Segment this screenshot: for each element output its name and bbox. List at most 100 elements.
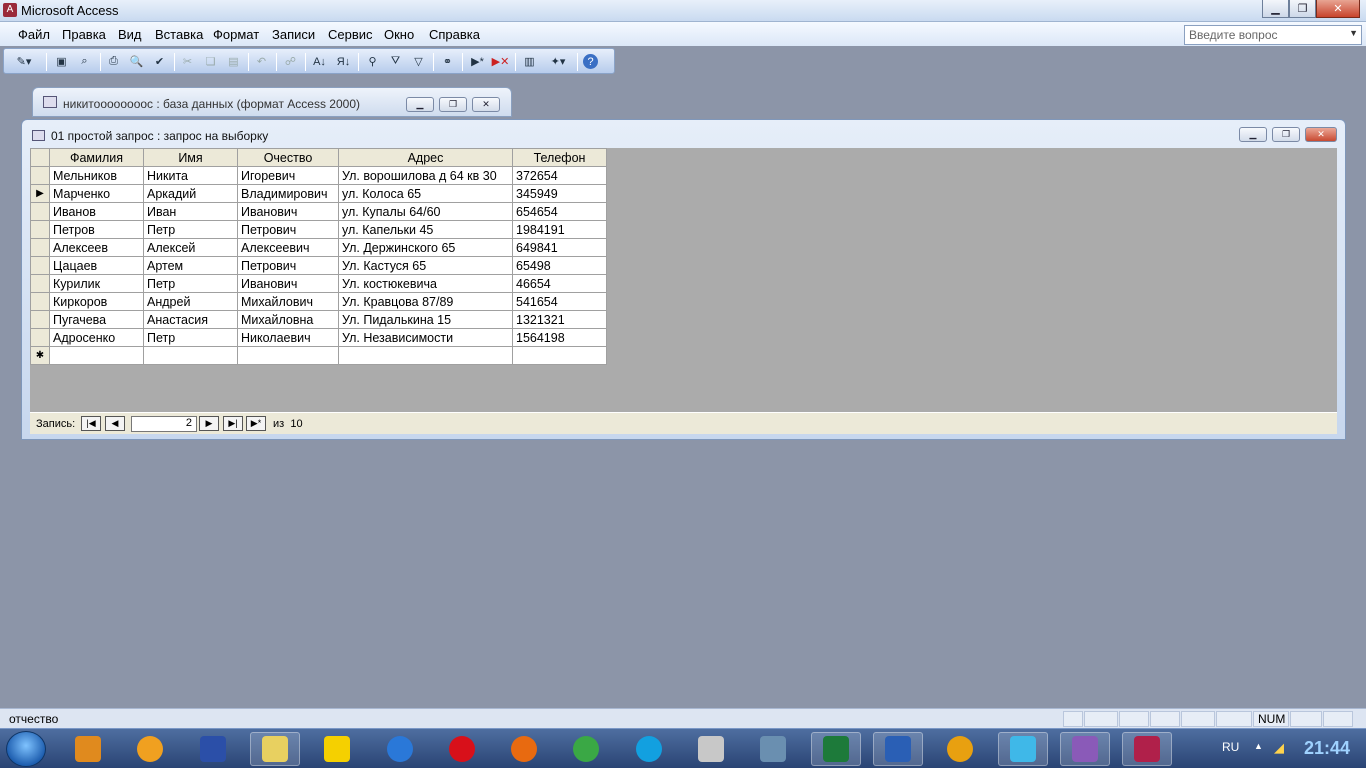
cell-name[interactable]: Петр	[143, 328, 238, 347]
column-header-address[interactable]: Адрес	[338, 148, 513, 167]
cell-surname[interactable]: Киркоров	[49, 292, 144, 311]
new-record-row[interactable]: ✱	[30, 346, 607, 365]
row-selector[interactable]	[30, 274, 50, 293]
cell-surname[interactable]: Алексеев	[49, 238, 144, 257]
table-row[interactable]: Мельников Никита Игоревич Ул. ворошилова д …	[30, 166, 607, 185]
cell-surname[interactable]: Цацаев	[49, 256, 144, 275]
query-minimize-button[interactable]: ▁	[1239, 127, 1267, 142]
cell-name[interactable]: Алексей	[143, 238, 238, 257]
row-selector[interactable]	[30, 292, 50, 311]
language-indicator[interactable]: RU	[1222, 740, 1239, 754]
table-row[interactable]: Алексеев Алексей Алексеевич Ул. Держинского…	[30, 238, 607, 257]
row-selector[interactable]	[30, 328, 50, 347]
table-row[interactable]: Пугачева Анастасия Михайловна Ул. Пидалькин…	[30, 310, 607, 329]
cell-surname[interactable]: Курилик	[49, 274, 144, 293]
save-icon[interactable]: ▣	[53, 53, 70, 70]
cell-patronymic[interactable]: Владимирович	[237, 184, 339, 203]
cell-surname[interactable]	[49, 346, 144, 365]
cell-patronymic[interactable]: Петрович	[237, 256, 339, 275]
cell-patronymic[interactable]: Иванович	[237, 274, 339, 293]
query-close-button[interactable]: ✕	[1305, 127, 1337, 142]
cell-patronymic[interactable]: Николаевич	[237, 328, 339, 347]
database-window[interactable]: никитоооооооос : база данных (формат Acc…	[32, 87, 512, 117]
table-row[interactable]: Киркоров Андрей Михайлович Ул. Кравцова 87/…	[30, 292, 607, 311]
taskbar-app-calendar[interactable]	[748, 732, 798, 766]
cell-surname[interactable]: Пугачева	[49, 310, 144, 329]
column-header-surname[interactable]: Фамилия	[49, 148, 144, 167]
menu-help[interactable]: Справка	[429, 27, 480, 42]
filter-selection-icon[interactable]: ⚲	[364, 53, 381, 70]
sort-desc-icon[interactable]: Я↓	[335, 53, 352, 70]
access-app-icon[interactable]: A	[3, 3, 17, 17]
cell-patronymic[interactable]	[237, 346, 339, 365]
cell-name[interactable]: Петр	[143, 274, 238, 293]
taskbar-app-skype[interactable]	[624, 732, 674, 766]
cell-address[interactable]: Ул. ворошилова д 64 кв 30	[338, 166, 513, 185]
cell-patronymic[interactable]: Петрович	[237, 220, 339, 239]
close-button[interactable]: ✕	[1316, 0, 1360, 18]
row-selector[interactable]	[30, 202, 50, 221]
taskbar-app-opera[interactable]	[437, 732, 487, 766]
taskbar-app-firefox[interactable]	[499, 732, 549, 766]
cell-address[interactable]: Ул. Независимости	[338, 328, 513, 347]
cell-phone[interactable]: 46654	[512, 274, 607, 293]
cell-address[interactable]: Ул. Кравцова 87/89	[338, 292, 513, 311]
taskbar-app-word[interactable]	[872, 732, 923, 766]
current-record-field[interactable]: 2	[131, 416, 197, 432]
table-row[interactable]: Петров Петр Петрович ул. Капельки 45 1984191	[30, 220, 607, 239]
hyperlink-icon[interactable]: ☍	[282, 53, 299, 70]
network-icon[interactable]: ◢	[1274, 740, 1284, 756]
clock[interactable]: 21:44	[1304, 738, 1350, 759]
taskbar-app-beeline[interactable]	[312, 732, 362, 766]
new-record-indicator[interactable]: ✱	[30, 346, 50, 365]
cell-name[interactable]: Никита	[143, 166, 238, 185]
db-close-button[interactable]: ✕	[472, 97, 500, 112]
cell-address[interactable]: Ул. Держинского 65	[338, 238, 513, 257]
row-selector[interactable]	[30, 310, 50, 329]
spelling-icon[interactable]: ✔	[151, 53, 168, 70]
cell-name[interactable]	[143, 346, 238, 365]
select-all-cell[interactable]	[30, 148, 50, 167]
cell-name[interactable]: Анастасия	[143, 310, 238, 329]
taskbar-app-vector[interactable]	[997, 732, 1048, 766]
column-header-phone[interactable]: Телефон	[512, 148, 607, 167]
cell-surname[interactable]: Марченко	[49, 184, 144, 203]
print-preview-icon[interactable]: 🔍	[128, 53, 145, 70]
cell-surname[interactable]: Иванов	[49, 202, 144, 221]
restore-button[interactable]: ❐	[1289, 0, 1316, 18]
taskbar-app-info[interactable]	[935, 732, 985, 766]
taskbar-app-onenote[interactable]	[1059, 732, 1110, 766]
cell-phone[interactable]: 649841	[512, 238, 607, 257]
help-icon[interactable]: ?	[583, 54, 598, 69]
cell-patronymic[interactable]: Михайлович	[237, 292, 339, 311]
database-window-icon[interactable]: ▥	[521, 53, 538, 70]
cell-address[interactable]: ул. Купалы 64/60	[338, 202, 513, 221]
cell-name[interactable]: Петр	[143, 220, 238, 239]
table-row[interactable]: Иванов Иван Иванович ул. Купалы 64/60 654654	[30, 202, 607, 221]
cell-name[interactable]: Аркадий	[143, 184, 238, 203]
cell-phone[interactable]: 372654	[512, 166, 607, 185]
taskbar-app-avast[interactable]	[125, 732, 175, 766]
show-hidden-icons-icon[interactable]: ▲	[1254, 741, 1263, 751]
row-selector[interactable]	[30, 166, 50, 185]
menu-window[interactable]: Окно	[384, 27, 414, 42]
last-record-icon[interactable]: ▶|	[223, 416, 243, 431]
new-object-icon[interactable]: ✦▾	[544, 53, 572, 70]
print-icon[interactable]: ⎙	[105, 53, 122, 70]
menu-insert[interactable]: Вставка	[155, 27, 203, 42]
cell-address[interactable]	[338, 346, 513, 365]
menu-records[interactable]: Записи	[272, 27, 315, 42]
table-row[interactable]: Адросенко Петр Николаевич Ул. Независимости…	[30, 328, 607, 347]
cell-phone[interactable]: 65498	[512, 256, 607, 275]
row-selector[interactable]	[30, 238, 50, 257]
paste-icon[interactable]: ▤	[225, 53, 242, 70]
menu-view[interactable]: Вид	[118, 27, 142, 42]
cut-icon[interactable]: ✂	[179, 53, 196, 70]
query-restore-button[interactable]: ❐	[1272, 127, 1300, 142]
db-restore-button[interactable]: ❐	[439, 97, 467, 112]
column-header-patronymic[interactable]: Очество	[237, 148, 339, 167]
next-record-icon[interactable]: ▶	[199, 416, 219, 431]
cell-name[interactable]: Иван	[143, 202, 238, 221]
cell-phone[interactable]: 345949	[512, 184, 607, 203]
delete-record-icon[interactable]: ▶✕	[492, 53, 510, 70]
